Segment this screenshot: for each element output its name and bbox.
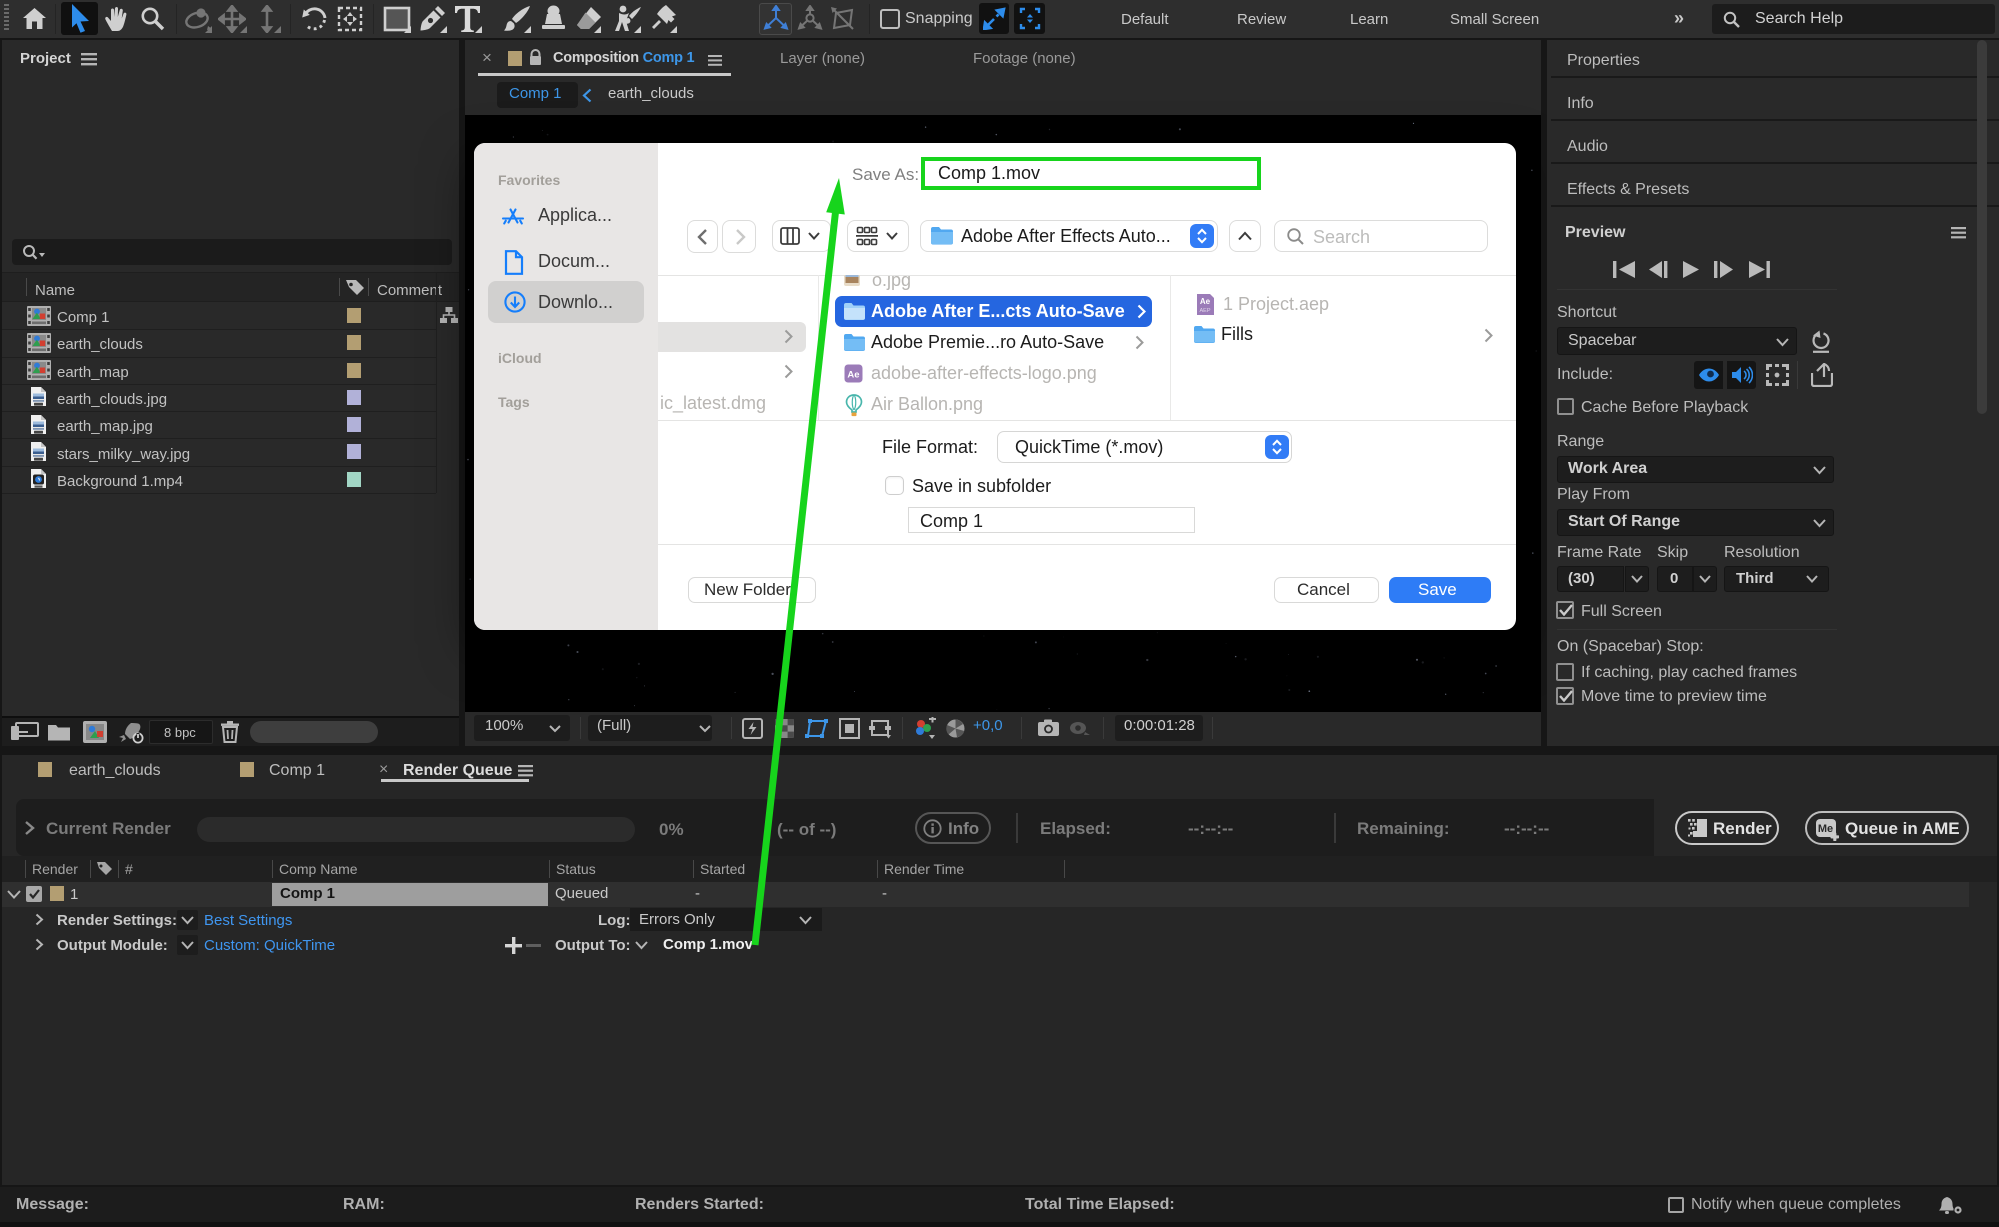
svg-text:AEP: AEP	[1199, 308, 1210, 314]
svg-text:Ae: Ae	[1200, 297, 1211, 306]
svg-text:Ae: Ae	[847, 370, 859, 381]
svg-text:Me: Me	[1818, 823, 1833, 835]
